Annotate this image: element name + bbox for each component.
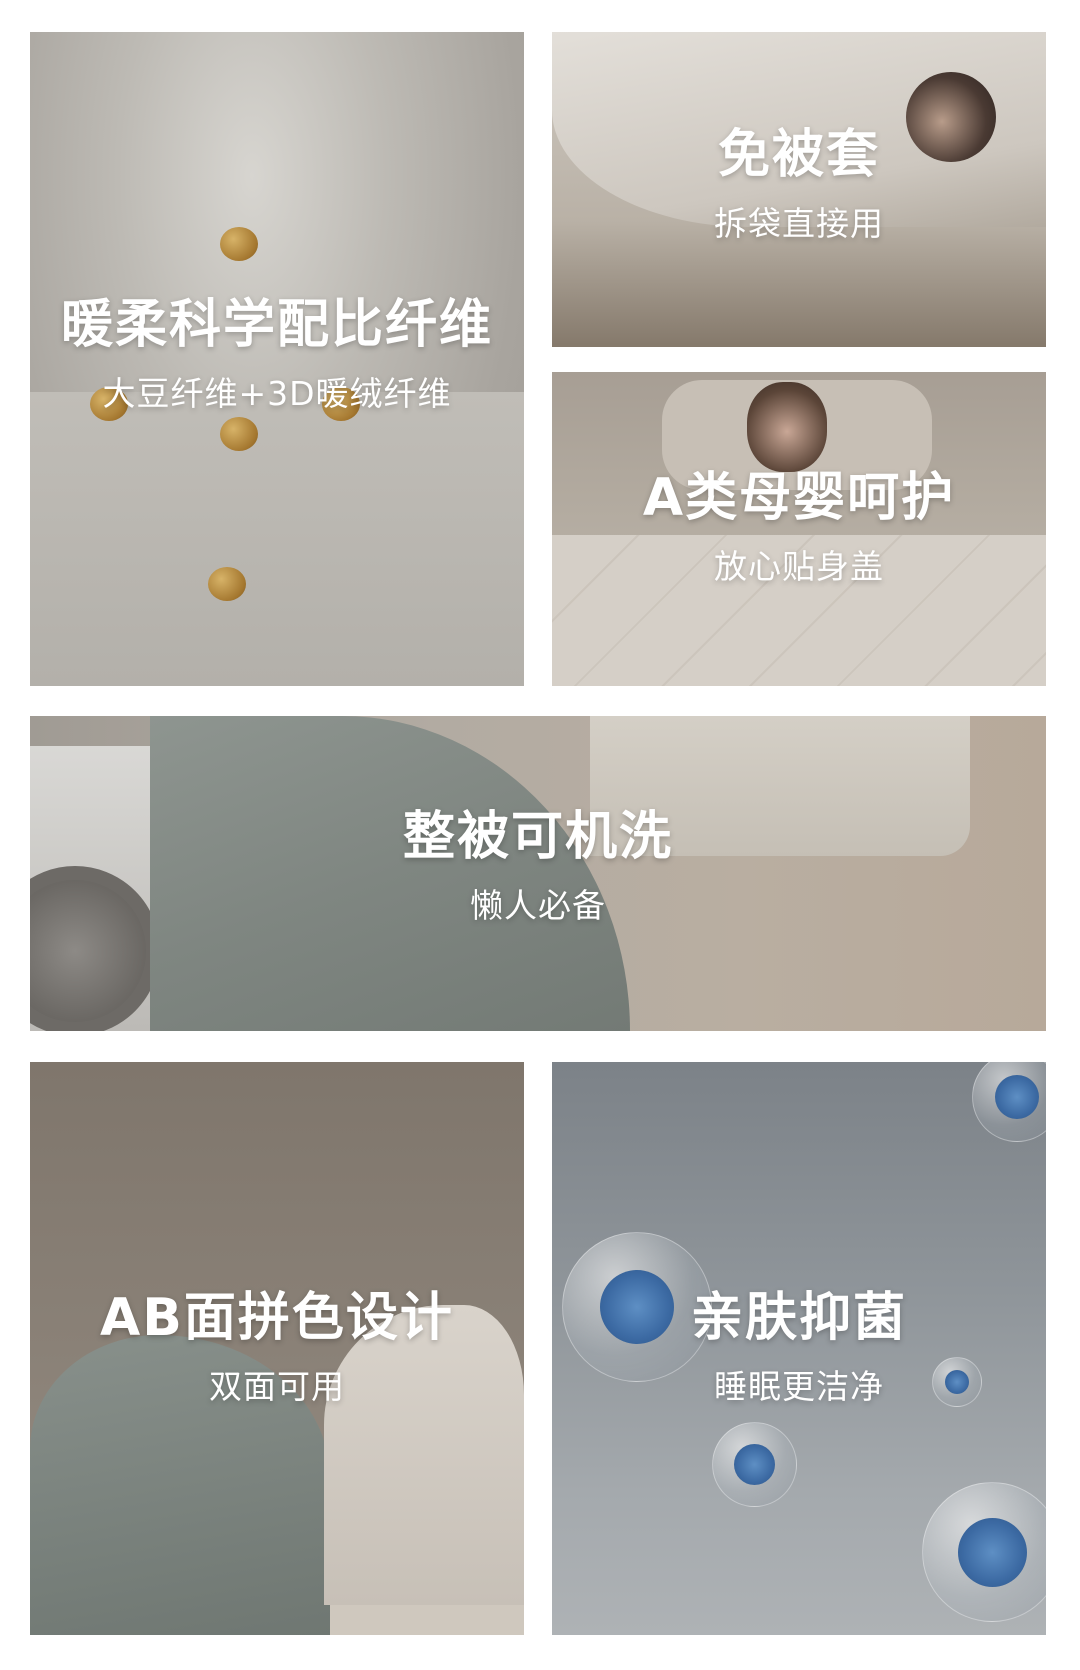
feature-tile-antibacterial: 亲肤抑菌 睡眠更洁净	[552, 1062, 1046, 1635]
tile-caption: 免被套 拆袋直接用	[552, 125, 1046, 244]
feature-tile-fiber: 暖柔科学配比纤维 大豆纤维+3D暖绒纤维	[30, 32, 524, 686]
tile-subtitle: 睡眠更洁净	[714, 1367, 884, 1407]
tile-title: 暖柔科学配比纤维	[60, 295, 493, 355]
soybean-image	[220, 227, 258, 261]
tile-caption: 亲肤抑菌 睡眠更洁净	[552, 1288, 1046, 1407]
feature-tile-no-cover: 免被套 拆袋直接用	[552, 32, 1046, 347]
tile-caption: A类母婴呵护 放心贴身盖	[552, 468, 1046, 587]
feature-tile-machine-washable: 整被可机洗 懒人必备	[30, 716, 1046, 1031]
tile-caption: AB面拼色设计 双面可用	[30, 1288, 524, 1407]
feature-tile-baby-grade: A类母婴呵护 放心贴身盖	[552, 372, 1046, 686]
tile-title: AB面拼色设计	[100, 1288, 454, 1348]
tile-title: 亲肤抑菌	[690, 1288, 907, 1348]
tile-caption: 暖柔科学配比纤维 大豆纤维+3D暖绒纤维	[30, 295, 524, 414]
bacteria-bubble-image	[922, 1482, 1046, 1622]
tile-title: A类母婴呵护	[642, 468, 956, 528]
feature-tile-ab-design: AB面拼色设计 双面可用	[30, 1062, 524, 1635]
bacteria-bubble-image	[712, 1422, 797, 1507]
soybean-image	[220, 417, 258, 451]
soybean-image	[208, 567, 246, 601]
tile-subtitle: 双面可用	[209, 1367, 345, 1407]
tile-caption: 整被可机洗 懒人必备	[30, 807, 1046, 926]
tile-subtitle: 懒人必备	[470, 886, 606, 926]
tile-title: 免被套	[717, 125, 880, 185]
tile-title: 整被可机洗	[402, 807, 673, 867]
fiber-floor-image	[30, 391, 524, 686]
tile-subtitle: 大豆纤维+3D暖绒纤维	[102, 374, 452, 414]
tile-subtitle: 拆袋直接用	[714, 204, 884, 244]
tile-subtitle: 放心贴身盖	[714, 547, 884, 587]
woman-in-bed-image	[747, 382, 827, 472]
bacteria-bubble-image	[972, 1062, 1046, 1142]
